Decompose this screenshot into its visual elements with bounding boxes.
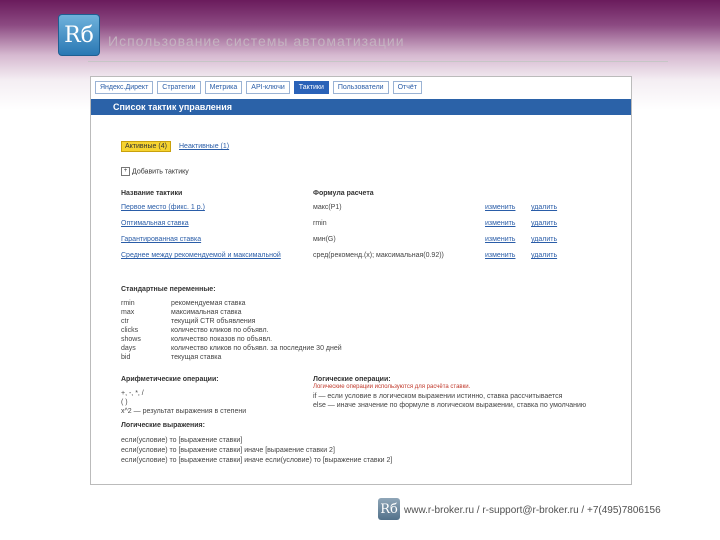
table-row: Первое место (фикс. 1 р.) макс(P1) измен… bbox=[121, 204, 557, 214]
tactic-name-link[interactable]: Первое место (фикс. 1 р.) bbox=[121, 204, 205, 211]
example-line: если(условие) то [выражение ставки] инач… bbox=[121, 447, 335, 454]
var-key: ctr bbox=[121, 318, 129, 325]
tab-users[interactable]: Пользователи bbox=[332, 81, 389, 94]
table-row: Среднее между рекомендуемой и максимальн… bbox=[121, 252, 557, 262]
var-row: bid текущая ставка bbox=[121, 354, 221, 363]
delete-link[interactable]: удалить bbox=[531, 220, 557, 227]
var-key: bid bbox=[121, 354, 131, 361]
var-row: clicks количество кликов по объявл. bbox=[121, 327, 268, 336]
logo-text: Rб bbox=[64, 22, 94, 48]
title-divider bbox=[88, 61, 668, 62]
var-key: rmin bbox=[121, 300, 135, 307]
tactic-formula: мин(G) bbox=[313, 236, 336, 243]
table-row: Оптимальная ставка rmin изменить удалить bbox=[121, 220, 557, 230]
var-key: days bbox=[121, 345, 136, 352]
var-row: days количество кликов по объявл. за посл… bbox=[121, 345, 342, 354]
footer-logo: Rб bbox=[378, 498, 400, 520]
add-icon: + bbox=[121, 167, 130, 176]
var-row: shows количество показов по объявл. bbox=[121, 336, 272, 345]
col-header-formula: Формула расчета bbox=[313, 190, 374, 197]
tactic-name-link[interactable]: Оптимальная ставка bbox=[121, 220, 189, 227]
tactic-formula: сред(рекоменд.(x); максимальная(0.92)) bbox=[313, 252, 444, 259]
logic-op: else — иначе значение по формуле в логич… bbox=[313, 402, 587, 409]
slide-title: Использование системы автоматизации bbox=[108, 33, 405, 49]
var-desc: количество кликов по объявл. bbox=[171, 327, 269, 334]
top-nav: Яндекс.Директ Стратегии Метрика API-ключ… bbox=[95, 81, 422, 94]
tactic-name-link[interactable]: Среднее между рекомендуемой и максимальн… bbox=[121, 252, 281, 259]
delete-link[interactable]: удалить bbox=[531, 252, 557, 259]
footer-contacts: www.r-broker.ru / r-support@r-broker.ru … bbox=[404, 505, 661, 516]
var-row: rmin рекомендуемая ставка bbox=[121, 300, 246, 309]
footer-logo-text: Rб bbox=[380, 501, 398, 517]
vars-title: Стандартные переменные: bbox=[121, 286, 216, 293]
var-desc: рекомендуемая ставка bbox=[171, 300, 246, 307]
active-tactics-tab[interactable]: Активные (4) bbox=[121, 141, 171, 152]
tactic-formula: макс(P1) bbox=[313, 204, 342, 211]
tactic-formula: rmin bbox=[313, 220, 327, 227]
tab-metrika[interactable]: Метрика bbox=[204, 81, 243, 94]
company-logo: Rб bbox=[58, 14, 100, 56]
var-desc: текущая ставка bbox=[171, 354, 222, 361]
var-desc: максимальная ставка bbox=[171, 309, 242, 316]
delete-link[interactable]: удалить bbox=[531, 204, 557, 211]
example-line: если(условие) то [выражение ставки] bbox=[121, 437, 243, 444]
delete-link[interactable]: удалить bbox=[531, 236, 557, 243]
var-desc: количество кликов по объявл. за последни… bbox=[171, 345, 342, 352]
arith-op: +, -, *, / bbox=[121, 390, 144, 397]
tab-report[interactable]: Отчёт bbox=[392, 81, 422, 94]
logic-op: if — если условие в логическом выражении… bbox=[313, 393, 563, 400]
col-header-name: Название тактики bbox=[121, 190, 183, 197]
table-row: Гарантированная ставка мин(G) изменить у… bbox=[121, 236, 557, 246]
edit-link[interactable]: изменить bbox=[485, 236, 515, 243]
var-desc: текущий CTR объявления bbox=[171, 318, 256, 325]
edit-link[interactable]: изменить bbox=[485, 252, 515, 259]
edit-link[interactable]: изменить bbox=[485, 204, 515, 211]
tab-api-keys[interactable]: API-ключи bbox=[246, 81, 290, 94]
var-key: max bbox=[121, 309, 135, 316]
tab-strategies[interactable]: Стратегии bbox=[157, 81, 201, 94]
logic-ops-title: Логические операции: bbox=[313, 376, 391, 383]
arith-ops-title: Арифметические операции: bbox=[121, 376, 219, 383]
var-desc: количество показов по объявл. bbox=[171, 336, 273, 343]
arith-op: x^2 — результат выражения в степени bbox=[121, 408, 247, 415]
var-row: ctr текущий CTR объявления bbox=[121, 318, 255, 327]
var-row: max максимальная ставка bbox=[121, 309, 242, 318]
add-tactic-button[interactable]: + Добавить тактику bbox=[121, 167, 189, 176]
add-tactic-label: Добавить тактику bbox=[132, 168, 189, 176]
tab-tactics[interactable]: Тактики bbox=[293, 81, 329, 94]
inactive-tactics-tab[interactable]: Неактивные (1) bbox=[179, 143, 229, 150]
examples-title: Логические выражения: bbox=[121, 422, 205, 429]
tab-yandex-direct[interactable]: Яндекс.Директ bbox=[95, 81, 154, 94]
browser-screenshot: Яндекс.Директ Стратегии Метрика API-ключ… bbox=[90, 76, 632, 485]
arith-op: ( ) bbox=[121, 399, 128, 406]
logic-ops-note: Логические операции используются для рас… bbox=[313, 384, 471, 390]
var-key: shows bbox=[121, 336, 141, 343]
var-key: clicks bbox=[121, 327, 139, 334]
edit-link[interactable]: изменить bbox=[485, 220, 515, 227]
page-header: Список тактик управления bbox=[91, 99, 631, 115]
tactic-name-link[interactable]: Гарантированная ставка bbox=[121, 236, 201, 243]
example-line: если(условие) то [выражение ставки] инач… bbox=[121, 457, 393, 464]
